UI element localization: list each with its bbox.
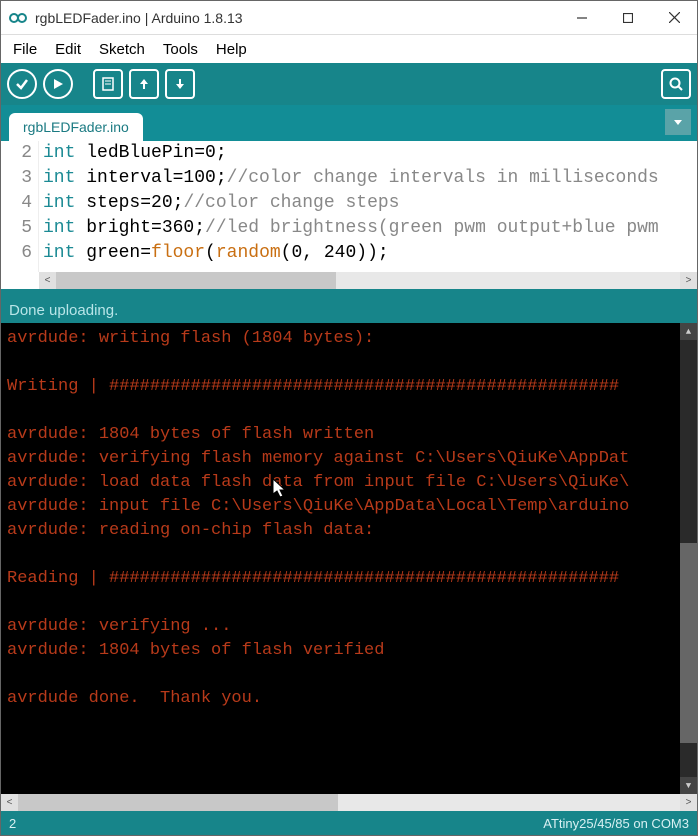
menu-tools[interactable]: Tools <box>155 39 206 60</box>
code-editor[interactable]: 23456 int ledBluePin=0;int interval=100;… <box>1 141 697 289</box>
separator <box>1 289 697 297</box>
code-content[interactable]: int ledBluePin=0;int interval=100;//colo… <box>39 141 659 272</box>
scroll-left-arrow[interactable]: < <box>39 272 56 289</box>
toolbar <box>1 63 697 105</box>
editor-horizontal-scrollbar[interactable]: < > <box>39 272 697 289</box>
scroll-track[interactable] <box>56 272 680 289</box>
file-tab[interactable]: rgbLEDFader.ino <box>9 113 143 141</box>
scroll-left-arrow[interactable]: < <box>1 794 18 811</box>
menu-file[interactable]: File <box>5 39 45 60</box>
scroll-up-arrow[interactable]: ▲ <box>680 323 697 340</box>
console-output[interactable]: avrdude: writing flash (1804 bytes): Wri… <box>1 323 697 794</box>
console-panel: avrdude: writing flash (1804 bytes): Wri… <box>1 323 697 811</box>
tab-dropdown-button[interactable] <box>665 109 691 135</box>
scroll-right-arrow[interactable]: > <box>680 794 697 811</box>
upload-button[interactable] <box>43 69 73 99</box>
footer-status-bar: 2 ATtiny25/45/85 on COM3 <box>1 811 697 835</box>
menu-sketch[interactable]: Sketch <box>91 39 153 60</box>
title-bar: rgbLEDFader.ino | Arduino 1.8.13 <box>1 1 697 35</box>
serial-monitor-button[interactable] <box>661 69 691 99</box>
scroll-track[interactable] <box>18 794 680 811</box>
open-sketch-button[interactable] <box>129 69 159 99</box>
menu-bar: File Edit Sketch Tools Help <box>1 35 697 63</box>
minimize-button[interactable] <box>559 1 605 34</box>
scroll-thumb[interactable] <box>56 272 336 289</box>
arduino-app-icon <box>9 9 27 27</box>
scroll-down-arrow[interactable]: ▼ <box>680 777 697 794</box>
tab-bar: rgbLEDFader.ino <box>1 105 697 141</box>
status-message: Done uploading. <box>1 297 697 323</box>
scroll-right-arrow[interactable]: > <box>680 272 697 289</box>
cursor-position: 2 <box>9 816 16 831</box>
board-port-label: ATtiny25/45/85 on COM3 <box>543 816 689 831</box>
menu-help[interactable]: Help <box>208 39 255 60</box>
console-horizontal-scrollbar[interactable]: < > <box>1 794 697 811</box>
new-sketch-button[interactable] <box>93 69 123 99</box>
scroll-thumb[interactable] <box>18 794 338 811</box>
scroll-thumb-vertical[interactable] <box>680 543 697 743</box>
console-vertical-scrollbar[interactable]: ▲ ▼ <box>680 323 697 794</box>
maximize-button[interactable] <box>605 1 651 34</box>
window-title: rgbLEDFader.ino | Arduino 1.8.13 <box>35 10 559 26</box>
close-button[interactable] <box>651 1 697 34</box>
menu-edit[interactable]: Edit <box>47 39 89 60</box>
line-number-gutter: 23456 <box>1 141 39 272</box>
verify-button[interactable] <box>7 69 37 99</box>
window-controls <box>559 1 697 34</box>
save-sketch-button[interactable] <box>165 69 195 99</box>
